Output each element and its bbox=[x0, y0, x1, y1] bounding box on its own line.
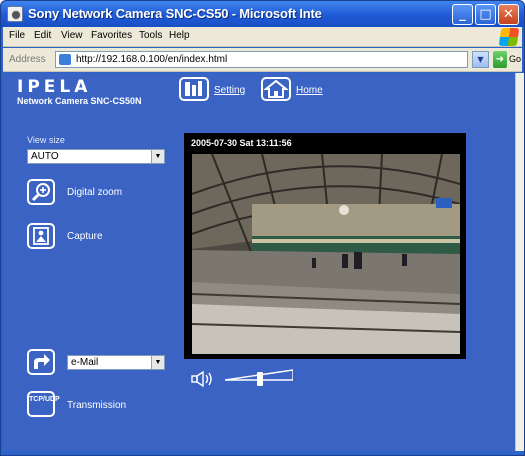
view-size-value: AUTO bbox=[31, 151, 59, 162]
send-arrow-glyph bbox=[34, 354, 50, 369]
zoom-in-icon[interactable] bbox=[27, 179, 55, 205]
zoom-in-glyph bbox=[31, 183, 50, 202]
tools-icon-glyph bbox=[185, 81, 202, 96]
send-arrow-icon[interactable] bbox=[27, 349, 55, 375]
address-input[interactable]: http://192.168.0.100/en/index.html bbox=[55, 51, 468, 68]
camera-model: Network Camera SNC-CS50N bbox=[17, 96, 142, 106]
home-link[interactable]: Home bbox=[296, 85, 323, 96]
maximize-button[interactable]: □ bbox=[475, 4, 496, 25]
windows-logo-icon bbox=[498, 28, 520, 46]
station-scene bbox=[192, 154, 460, 354]
menu-view[interactable]: View bbox=[61, 30, 83, 41]
menu-tools[interactable]: Tools bbox=[139, 30, 162, 41]
capture-label[interactable]: Capture bbox=[67, 231, 103, 242]
address-dropdown-button[interactable]: ▼ bbox=[472, 51, 489, 68]
tcp-udp-icon-text: TCP/UDP bbox=[29, 396, 60, 403]
trigger-select[interactable]: e-Mail ▼ bbox=[67, 355, 165, 370]
browser-window: Sony Network Camera SNC-CS50 - Microsoft… bbox=[0, 0, 525, 456]
camera-view: 2005-07-30 Sat 13:11:56 bbox=[184, 133, 466, 359]
address-label: Address bbox=[9, 54, 46, 65]
page-content: IPELA Network Camera SNC-CS50N Setting H… bbox=[3, 73, 515, 451]
home-icon[interactable] bbox=[261, 77, 291, 101]
minimize-button[interactable]: _ bbox=[452, 4, 473, 25]
view-size-label: View size bbox=[27, 135, 65, 145]
tools-icon[interactable] bbox=[179, 77, 209, 101]
address-bar: Address http://192.168.0.100/en/index.ht… bbox=[3, 48, 522, 72]
view-size-select[interactable]: AUTO ▼ bbox=[27, 149, 165, 164]
chevron-down-icon: ▼ bbox=[151, 356, 164, 369]
menu-help[interactable]: Help bbox=[169, 30, 190, 41]
capture-glyph bbox=[33, 227, 49, 245]
digital-zoom-label[interactable]: Digital zoom bbox=[67, 187, 122, 198]
camera-app-icon bbox=[7, 6, 23, 22]
volume-slider-thumb[interactable] bbox=[257, 372, 264, 386]
chevron-down-icon: ▼ bbox=[151, 150, 164, 163]
menu-bar: File Edit View Favorites Tools Help bbox=[3, 27, 522, 47]
close-button[interactable]: ✕ bbox=[498, 4, 519, 25]
speaker-icon[interactable] bbox=[191, 370, 217, 388]
camera-timestamp: 2005-07-30 Sat 13:11:56 bbox=[191, 138, 292, 148]
home-icon-glyph bbox=[263, 79, 289, 98]
title-bar: Sony Network Camera SNC-CS50 - Microsoft… bbox=[1, 1, 524, 27]
go-button[interactable]: Go bbox=[509, 54, 521, 64]
setting-link[interactable]: Setting bbox=[214, 85, 245, 96]
address-url: http://192.168.0.100/en/index.html bbox=[76, 54, 228, 65]
speaker-glyph bbox=[191, 370, 212, 388]
transmission-label[interactable]: Transmission bbox=[67, 400, 126, 411]
camera-live-image[interactable] bbox=[192, 154, 460, 354]
page-icon bbox=[59, 54, 71, 65]
brand-logo: IPELA bbox=[17, 77, 92, 97]
vertical-scrollbar[interactable] bbox=[515, 73, 524, 451]
menu-favorites[interactable]: Favorites bbox=[91, 30, 132, 41]
menu-edit[interactable]: Edit bbox=[34, 30, 51, 41]
window-title: Sony Network Camera SNC-CS50 - Microsoft… bbox=[28, 6, 322, 21]
tcp-udp-icon[interactable]: TCP/UDP bbox=[27, 391, 60, 417]
go-arrow-icon[interactable]: ➜ bbox=[493, 51, 507, 68]
capture-icon[interactable] bbox=[27, 223, 55, 249]
menu-file[interactable]: File bbox=[9, 30, 25, 41]
trigger-value: e-Mail bbox=[71, 357, 99, 368]
